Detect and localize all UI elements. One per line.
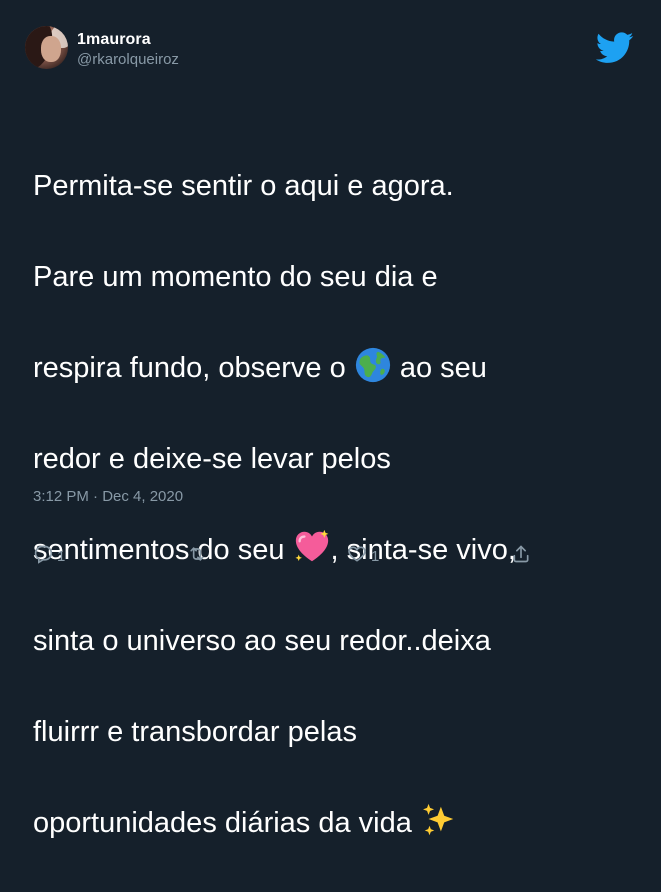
tweet-line: redor e deixe-se levar pelos — [33, 442, 391, 475]
share-button[interactable] — [511, 545, 531, 567]
heart-icon — [347, 544, 367, 568]
tweet-line: sentimentos do seu , sinta-se vivo, — [33, 528, 633, 574]
globe-emoji-icon — [354, 346, 392, 384]
tweet-card: 1maurora @rkarolqueiroz Permita-se senti… — [0, 0, 661, 839]
retweet-button[interactable] — [187, 545, 207, 567]
tweet-line: Permita-se sentir o aqui e agora. — [33, 169, 454, 202]
sparkling-heart-emoji-icon — [293, 528, 331, 566]
like-count: 1 — [371, 547, 380, 565]
user-handle[interactable]: @rkarolqueiroz — [77, 51, 179, 68]
twitter-bird-icon[interactable] — [595, 32, 634, 64]
like-button[interactable]: 1 — [347, 545, 379, 567]
avatar[interactable] — [25, 26, 68, 69]
tweet-timestamp[interactable]: 3:12 PM · Dec 4, 2020 — [33, 488, 183, 505]
share-icon — [511, 544, 531, 568]
reply-icon — [33, 544, 53, 568]
tweet-line: Pare um momento do seu dia e — [33, 260, 438, 293]
tweet-line: sinta o universo ao seu redor..deixa — [33, 624, 491, 657]
reply-button[interactable]: 1 — [33, 545, 65, 567]
tweet-line: oportunidades diárias da vida — [33, 801, 633, 847]
tweet-line: respira fundo, observe o ao seu — [33, 346, 633, 392]
reply-count: 1 — [57, 547, 66, 565]
sparkles-emoji-icon — [420, 801, 458, 839]
retweet-icon — [187, 544, 207, 568]
user-name[interactable]: 1maurora — [77, 31, 151, 49]
tweet-line: fluirrr e transbordar pelas — [33, 715, 357, 748]
